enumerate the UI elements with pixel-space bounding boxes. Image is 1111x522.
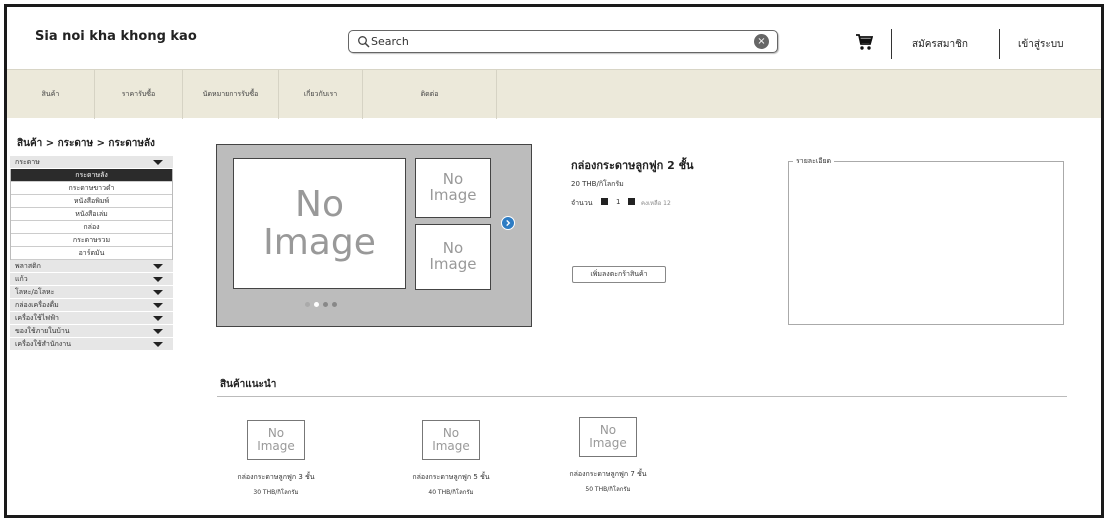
category-label: ของใช้ภายในบ้าน bbox=[15, 327, 70, 335]
placeholder-text: Image bbox=[429, 255, 477, 273]
product-gallery: No Image No Image No Image bbox=[216, 144, 532, 327]
category-label: โลหะ/อโลหะ bbox=[15, 288, 55, 296]
nav-item-contact[interactable]: ติดต่อ bbox=[363, 70, 497, 119]
sidebar-category[interactable]: โลหะ/อโลหะ bbox=[10, 286, 173, 299]
details-legend: รายละเอียด bbox=[793, 156, 835, 167]
recommended-product-name[interactable]: กล่องกระดาษลูกฟูก 5 ชั้น bbox=[381, 472, 521, 483]
sidebar-category[interactable]: เครื่องใช้ไฟฟ้า bbox=[10, 312, 173, 325]
chevron-down-icon bbox=[153, 342, 163, 347]
subcategory-item-active[interactable]: กระดาษลัง bbox=[11, 169, 172, 182]
subcategory-item[interactable]: หนังสือพิมพ์ bbox=[11, 195, 172, 208]
carousel-dot[interactable] bbox=[323, 302, 328, 307]
clear-icon[interactable]: × bbox=[754, 34, 769, 49]
sidebar-category[interactable]: แก้ว bbox=[10, 273, 173, 286]
sidebar-category-paper[interactable]: กระดาษ bbox=[10, 156, 173, 169]
chevron-down-icon bbox=[153, 290, 163, 295]
placeholder-text: Image bbox=[263, 221, 376, 263]
signup-link[interactable]: สมัครสมาชิก bbox=[912, 37, 968, 52]
chevron-down-icon bbox=[153, 277, 163, 282]
recommended-product-name[interactable]: กล่องกระดาษลูกฟูก 3 ชั้น bbox=[206, 472, 346, 483]
recommended-product-price: 50 THB/กิโลกรัม bbox=[585, 486, 631, 493]
recommended-product-card[interactable]: No Image กล่องกระดาษลูกฟูก 5 ชั้น 40 THB… bbox=[381, 420, 521, 497]
thumbnail-image[interactable]: No Image bbox=[415, 158, 491, 218]
product-title: กล่องกระดาษลูกฟูก 2 ชั้น bbox=[571, 159, 694, 172]
carousel-dot-active[interactable] bbox=[314, 302, 319, 307]
login-link[interactable]: เข้าสู่ระบบ bbox=[1018, 37, 1063, 52]
chevron-down-icon bbox=[153, 329, 163, 334]
placeholder-text: Image bbox=[589, 436, 627, 450]
nav-item-products[interactable]: สินค้า bbox=[7, 70, 95, 119]
nav-item-about[interactable]: เกี่ยวกับเรา bbox=[279, 70, 363, 119]
quantity-label: จำนวน bbox=[571, 199, 593, 207]
site-logo[interactable]: Sia noi kha khong kao bbox=[35, 29, 197, 44]
search-box[interactable]: × bbox=[348, 30, 778, 53]
sidebar-category[interactable]: กล่องเครื่องดื่ม bbox=[10, 299, 173, 312]
category-label: พลาสติก bbox=[15, 262, 41, 270]
chevron-down-icon bbox=[153, 160, 163, 165]
sidebar-category[interactable]: ของใช้ภายในบ้าน bbox=[10, 325, 173, 338]
cart-icon[interactable] bbox=[855, 33, 873, 51]
category-label: เครื่องใช้สำนักงาน bbox=[15, 340, 71, 348]
nav-item-appointment[interactable]: นัดหมายการรับซื้อ bbox=[183, 70, 279, 119]
breadcrumb: สินค้า > กระดาษ > กระดาษลัง bbox=[17, 138, 155, 149]
chevron-right-icon[interactable] bbox=[501, 216, 515, 230]
search-input[interactable] bbox=[371, 33, 751, 50]
chevron-down-icon bbox=[153, 316, 163, 321]
sidebar-category[interactable]: พลาสติก bbox=[10, 260, 173, 273]
recommended-product-price: 30 THB/กิโลกรัม bbox=[253, 489, 299, 496]
placeholder-text: Image bbox=[429, 186, 477, 204]
main-nav: สินค้า ราคารับซื้อ นัดหมายการรับซื้อ เกี… bbox=[7, 69, 1101, 119]
header: Sia noi kha khong kao × สมัครสมาชิก เข้า… bbox=[7, 7, 1101, 67]
category-label: เครื่องใช้ไฟฟ้า bbox=[15, 314, 59, 322]
category-sidebar: กระดาษ กระดาษลัง กระดาษขาวดำ หนังสือพิมพ… bbox=[10, 156, 173, 351]
recommended-product-price: 40 THB/กิโลกรัม bbox=[428, 489, 474, 496]
header-divider bbox=[999, 29, 1000, 59]
carousel-dot[interactable] bbox=[305, 302, 310, 307]
divider bbox=[217, 396, 1067, 397]
product-thumbnail[interactable]: No Image bbox=[247, 420, 305, 460]
subcategory-item[interactable]: กล่อง bbox=[11, 221, 172, 234]
category-label: กระดาษ bbox=[15, 158, 40, 166]
product-thumbnail[interactable]: No Image bbox=[422, 420, 480, 460]
subcategory-item[interactable]: หนังสือเล่ม bbox=[11, 208, 172, 221]
thumbnail-image[interactable]: No Image bbox=[415, 224, 491, 290]
recommended-title: สินค้าแนะนำ bbox=[220, 379, 277, 390]
stock-remaining: คงเหลือ 12 bbox=[641, 200, 671, 207]
placeholder-text: Image bbox=[432, 439, 470, 453]
app-frame: Sia noi kha khong kao × สมัครสมาชิก เข้า… bbox=[4, 4, 1104, 518]
placeholder-text: Image bbox=[257, 439, 295, 453]
subcategory-list: กระดาษลัง กระดาษขาวดำ หนังสือพิมพ์ หนังส… bbox=[10, 169, 173, 260]
header-divider bbox=[891, 29, 892, 59]
category-label: กล่องเครื่องดื่ม bbox=[15, 301, 59, 309]
plus-icon[interactable] bbox=[628, 198, 635, 205]
product-price: 20 THB/กิโลกรัม bbox=[571, 180, 624, 188]
subcategory-item[interactable]: กระดาษขาวดำ bbox=[11, 182, 172, 195]
recommended-product-card[interactable]: No Image กล่องกระดาษลูกฟูก 3 ชั้น 30 THB… bbox=[206, 420, 346, 497]
search-icon bbox=[358, 36, 370, 48]
add-to-cart-button[interactable]: เพิ่มลงตะกร้าสินค้า bbox=[572, 266, 666, 283]
placeholder-text: No bbox=[295, 183, 344, 225]
nav-item-buy-prices[interactable]: ราคารับซื้อ bbox=[95, 70, 183, 119]
chevron-down-icon bbox=[153, 303, 163, 308]
chevron-down-icon bbox=[153, 264, 163, 269]
subcategory-item[interactable]: อาร์ตมัน bbox=[11, 247, 172, 260]
carousel-dots bbox=[305, 302, 365, 310]
minus-icon[interactable] bbox=[601, 198, 608, 205]
recommended-product-card[interactable]: No Image กล่องกระดาษลูกฟูก 7 ชั้น 50 THB… bbox=[538, 417, 678, 494]
subcategory-item[interactable]: กระดาษรวม bbox=[11, 234, 172, 247]
quantity-value: 1 bbox=[616, 198, 621, 206]
carousel-dot[interactable] bbox=[332, 302, 337, 307]
category-label: แก้ว bbox=[15, 275, 28, 283]
product-thumbnail[interactable]: No Image bbox=[579, 417, 637, 457]
recommended-product-name[interactable]: กล่องกระดาษลูกฟูก 7 ชั้น bbox=[538, 469, 678, 480]
product-details-box: รายละเอียด bbox=[788, 156, 1064, 325]
main-product-image[interactable]: No Image bbox=[233, 158, 406, 289]
sidebar-category[interactable]: เครื่องใช้สำนักงาน bbox=[10, 338, 173, 351]
